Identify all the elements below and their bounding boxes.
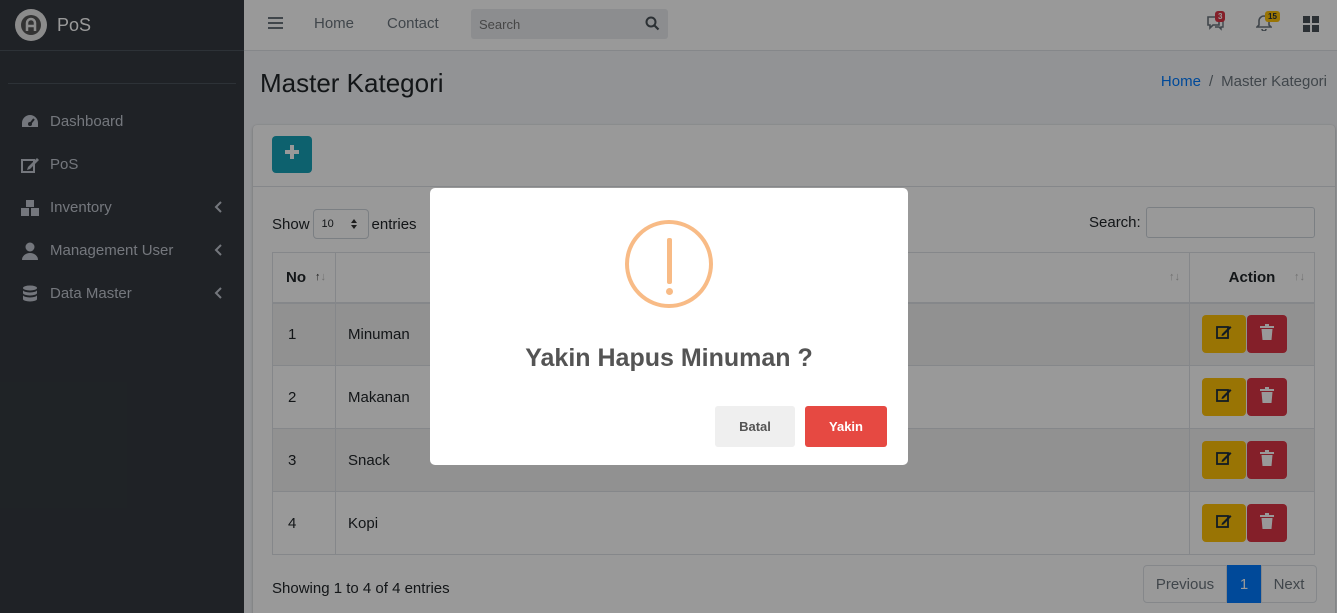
confirm-delete-dialog: Yakin Hapus Minuman ? Batal Yakin (430, 188, 908, 465)
dialog-title: Yakin Hapus Minuman ? (525, 344, 813, 372)
warning-icon (625, 220, 713, 308)
cancel-button[interactable]: Batal (715, 406, 795, 447)
confirm-button[interactable]: Yakin (805, 406, 887, 447)
